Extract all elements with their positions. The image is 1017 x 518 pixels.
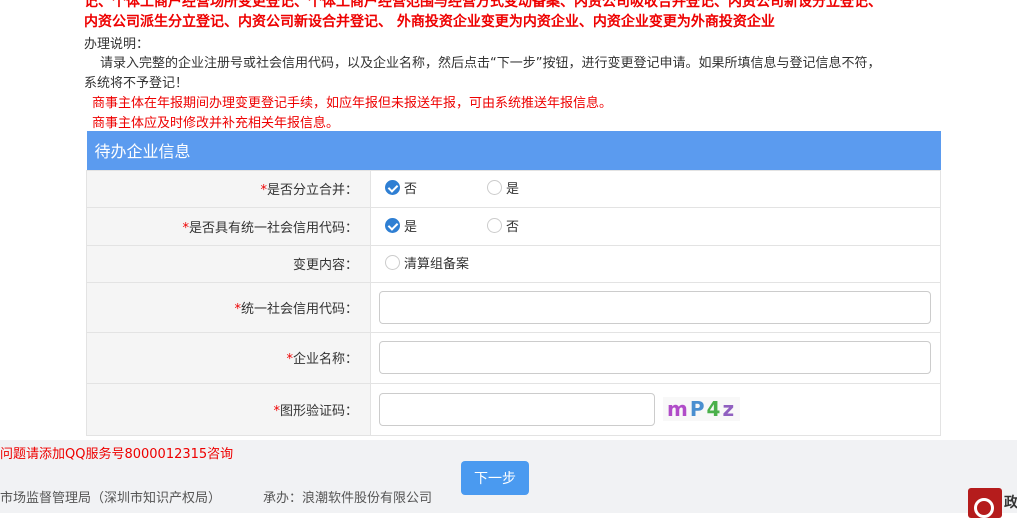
- credit-code-input[interactable]: [379, 290, 931, 324]
- warning-2: 商事主体应及时修改并补充相关年报信息。: [92, 116, 340, 131]
- has-credit-code-radio-no[interactable]: 否: [487, 216, 519, 235]
- radio-icon: [385, 255, 400, 270]
- instructions-text-2: 系统将不予登记！: [84, 76, 189, 91]
- government-logo-icon: [968, 488, 1002, 518]
- notice-line-2: 内资公司派生分立登记、内资公司新设合并登记、 外商投资企业变更为内资企业、内资企…: [84, 14, 775, 30]
- instructions-title: 办理说明：: [84, 37, 150, 52]
- next-step-button[interactable]: 下一步: [461, 461, 529, 495]
- footer-contractor: 承办：浪潮软件股份有限公司: [263, 491, 433, 506]
- company-name-input[interactable]: [379, 341, 931, 374]
- radio-icon: [487, 180, 503, 195]
- pending-company-form: 待办企业信息 *是否分立合并： 否是 *是否具有统一社会信用代码： 是否 变更内…: [86, 131, 941, 436]
- radio-checked-icon: [385, 217, 400, 233]
- company-name-label: 企业名称：: [292, 352, 358, 367]
- has-credit-code-label: 是否具有统一社会信用代码：: [188, 220, 358, 236]
- captcha-image[interactable]: mP4z: [663, 397, 741, 421]
- split-merge-radio-yes[interactable]: 是: [487, 178, 519, 197]
- warning-1: 商事主体在年报期间办理变更登记手续，如应年报但未报送年报，可由系统推送年报信息。: [92, 96, 613, 111]
- radio-icon: [487, 217, 503, 233]
- notice-line-1: 记、个体工商户经营场所变更登记、个体工商户经营范围与经营方式变动备案、内资公司吸…: [84, 0, 882, 10]
- form-title: 待办企业信息: [86, 131, 941, 170]
- change-content-label: 变更内容：: [86, 244, 371, 283]
- has-credit-code-radio-yes[interactable]: 是: [385, 216, 417, 235]
- change-content-radio-liquidation[interactable]: 清算组备案: [385, 253, 469, 272]
- footer-org: 市场监督管理局（深圳市知识产权局）: [0, 491, 222, 506]
- captcha-input[interactable]: [379, 392, 655, 426]
- instructions-text-1: 请录入完整的企业注册号或社会信用代码，以及企业名称，然后点击“下一步”按钮，进行…: [100, 56, 881, 71]
- credit-code-label: 统一社会信用代码：: [240, 301, 358, 317]
- split-merge-label: 是否分立合并：: [266, 183, 358, 198]
- split-merge-radio-no[interactable]: 否: [385, 178, 417, 197]
- captcha-label: 图形验证码：: [279, 403, 358, 419]
- radio-checked-icon: [385, 180, 400, 195]
- qq-notice: 问题请添加QQ服务号8000012315咨询: [0, 447, 234, 462]
- logo-text: 政: [1004, 495, 1017, 511]
